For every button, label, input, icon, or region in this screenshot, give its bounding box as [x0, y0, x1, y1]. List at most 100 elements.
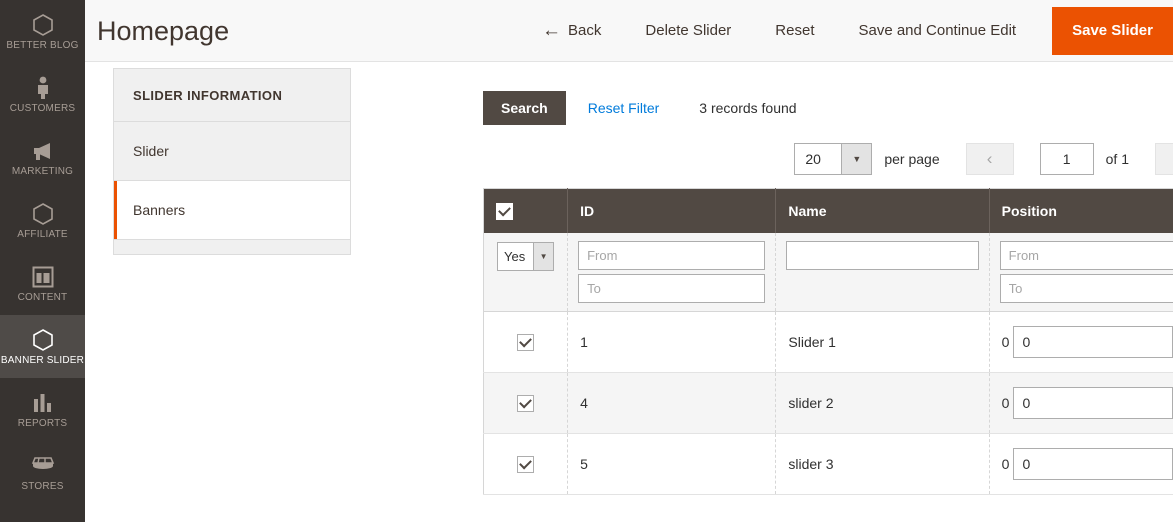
page-header: Homepage ← Back Delete Slider Reset Save…	[85, 0, 1173, 62]
sidebar-item-stores[interactable]: STORES	[0, 441, 85, 504]
hexagon-icon	[30, 202, 56, 226]
row-position-cell: 0	[989, 311, 1173, 373]
back-button-label: Back	[568, 22, 602, 39]
save-slider-button[interactable]: Save Slider	[1052, 6, 1173, 55]
row-position-cell: 0	[989, 433, 1173, 495]
tab-label: Slider	[133, 143, 169, 159]
filter-cell-name	[775, 232, 990, 312]
person-icon	[30, 76, 56, 100]
row-select-cell	[483, 311, 569, 373]
panel-footer	[114, 240, 350, 254]
filter-cell-position	[989, 232, 1173, 312]
chevron-down-icon[interactable]: ▼	[841, 144, 872, 174]
row-checkbox[interactable]	[517, 455, 535, 473]
row-position-input[interactable]	[1013, 325, 1173, 358]
delete-slider-button[interactable]: Delete Slider	[623, 0, 753, 62]
banners-grid: Search Reset Filter 3 records found 20 ▼…	[483, 90, 1173, 495]
grid-toolbar: Search Reset Filter 3 records found	[483, 90, 1173, 126]
sidebar-item-content[interactable]: CONTENT	[0, 252, 85, 315]
hexagon-icon	[30, 13, 56, 37]
left-sidebar: BETTER BLOG CUSTOMERS MARKETING AFFILIAT…	[0, 0, 85, 522]
id-from-filter-input[interactable]	[578, 240, 766, 270]
search-button[interactable]: Search	[483, 91, 566, 125]
row-select-cell	[483, 433, 569, 495]
sidebar-item-label: AFFILIATE	[17, 228, 68, 240]
row-name: slider 3	[775, 433, 990, 495]
tab-label: Banners	[133, 202, 186, 218]
position-to-filter-input[interactable]	[999, 273, 1173, 303]
per-page-value: 20	[805, 151, 821, 167]
slider-information-panel: SLIDER INFORMATION Slider Banners	[113, 68, 351, 255]
back-button[interactable]: ← Back	[520, 0, 623, 62]
page-title: Homepage	[97, 15, 230, 46]
per-page-select[interactable]: 20 ▼	[794, 143, 873, 175]
sidebar-item-label: REPORTS	[17, 417, 68, 429]
row-position-input[interactable]	[1013, 447, 1173, 480]
row-id: 4	[567, 372, 777, 434]
position-from-filter-input[interactable]	[999, 240, 1173, 270]
current-page-input[interactable]: 1	[1039, 143, 1094, 175]
row-id: 1	[567, 311, 777, 373]
tab-slider[interactable]: Slider	[114, 122, 350, 181]
chevron-down-icon[interactable]: ▼	[533, 242, 554, 270]
row-name: slider 2	[775, 372, 990, 434]
sidebar-item-label: BETTER BLOG	[6, 39, 79, 51]
previous-page-button[interactable]: ‹	[965, 143, 1014, 175]
grid-pager: 20 ▼ per page ‹ 1 of 1 ›	[483, 142, 1173, 176]
sidebar-item-banner-slider[interactable]: BANNER SLIDER	[0, 315, 85, 378]
hexagon-icon	[30, 328, 56, 352]
sidebar-item-customers[interactable]: CUSTOMERS	[0, 63, 85, 126]
name-filter-input[interactable]	[786, 240, 979, 270]
current-page-value: 1	[1062, 151, 1071, 167]
column-header-position-label: Position	[1001, 202, 1057, 219]
column-header-position[interactable]: Position ↓	[989, 188, 1173, 233]
id-to-filter-input[interactable]	[578, 273, 766, 303]
table-body: Yes ▼ From To From To 1 Slider 1 0 0 4 s…	[483, 232, 1173, 495]
column-header-id[interactable]: ID	[567, 188, 777, 233]
records-found-label: 3 records found	[699, 100, 797, 116]
select-filter-value: Yes	[504, 248, 526, 264]
row-position-value: 0	[1001, 394, 1010, 411]
layout-icon	[30, 265, 56, 289]
sidebar-item-better-blog[interactable]: BETTER BLOG	[0, 0, 85, 63]
row-checkbox[interactable]	[517, 394, 535, 412]
main-region: Homepage ← Back Delete Slider Reset Save…	[85, 0, 1173, 522]
row-position-value: 0	[1001, 455, 1010, 472]
table-row[interactable]: 4 slider 2 0	[483, 372, 1173, 434]
row-position-input[interactable]	[1013, 386, 1173, 419]
sidebar-item-label: BANNER SLIDER	[0, 354, 85, 366]
save-and-continue-edit-button[interactable]: Save and Continue Edit	[836, 0, 1038, 62]
per-page-label: per page	[884, 151, 940, 167]
bar-chart-icon	[30, 391, 56, 415]
sidebar-item-label: STORES	[21, 480, 64, 492]
table-header-row: ID Name Position ↓	[483, 188, 1173, 233]
admin-page: BETTER BLOG CUSTOMERS MARKETING AFFILIAT…	[0, 0, 1173, 522]
storefront-icon	[30, 454, 56, 478]
chevron-left-icon: ‹	[986, 149, 993, 168]
filter-cell-id	[567, 232, 777, 312]
filter-cell-select: Yes ▼	[483, 232, 569, 312]
column-header-select-all[interactable]	[483, 188, 569, 233]
sidebar-item-label: MARKETING	[11, 165, 74, 177]
row-id: 5	[567, 433, 777, 495]
row-position-cell: 0	[989, 372, 1173, 434]
reset-button[interactable]: Reset	[753, 0, 836, 62]
select-all-checkbox[interactable]	[496, 202, 513, 220]
table-row[interactable]: 1 Slider 1 0	[483, 311, 1173, 373]
sidebar-item-marketing[interactable]: MARKETING	[0, 126, 85, 189]
select-filter-dropdown[interactable]: Yes ▼	[497, 241, 555, 271]
row-checkbox[interactable]	[517, 333, 535, 351]
row-select-cell	[483, 372, 569, 434]
next-page-button[interactable]: ›	[1155, 143, 1173, 175]
column-header-name[interactable]: Name	[775, 188, 990, 233]
row-name: Slider 1	[775, 311, 990, 373]
sidebar-item-label: CONTENT	[17, 291, 68, 303]
reset-filter-link[interactable]: Reset Filter	[588, 100, 660, 116]
sidebar-item-affiliate[interactable]: AFFILIATE	[0, 189, 85, 252]
row-position-value: 0	[1001, 333, 1010, 350]
sidebar-item-reports[interactable]: REPORTS	[0, 378, 85, 441]
sidebar-item-system[interactable]	[0, 504, 85, 522]
tab-banners[interactable]: Banners	[114, 181, 350, 240]
table-row[interactable]: 5 slider 3 0	[483, 433, 1173, 495]
megaphone-icon	[30, 139, 56, 163]
